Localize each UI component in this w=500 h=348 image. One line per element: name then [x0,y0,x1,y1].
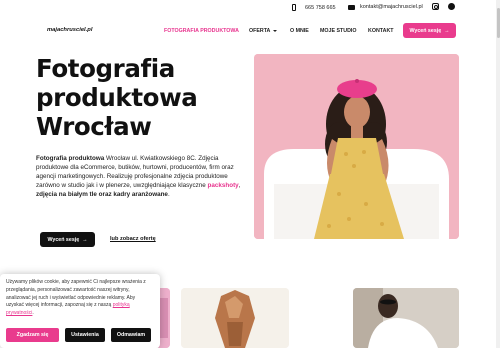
arrow-right-icon: → [444,27,450,34]
quote-button-hero-label: Wyceń sesję [47,236,80,243]
packshoty-highlight: packshoty [207,182,239,189]
cookie-buttons: Zgadzam się Ustawienia Odmawiam [6,328,151,342]
cookie-text: Używamy plików cookie, aby zapewnić Ci n… [6,279,154,318]
facebook-icon[interactable] [448,3,455,10]
nav-item-o-mnie[interactable]: O MNIE [290,28,309,34]
nav-item-oferta-label: OFERTA [249,28,271,34]
desc-end: . [167,191,170,198]
email-address[interactable]: kontakt@majachrusciel.pl [360,4,423,10]
title-line-1: Fotografia [36,54,175,83]
quote-button-header[interactable]: Wyceń sesję → [403,23,456,38]
desc-separator: , [238,182,241,189]
nav-item-fotografia-produktowa[interactable]: FOTOGRAFIA PRODUKTOWA [164,28,239,34]
nav-item-kontakt[interactable]: KONTAKT [368,28,394,34]
chevron-down-icon [273,29,278,32]
site-logo[interactable]: majachrusciel.pl [47,27,92,33]
phone-icon [292,4,296,11]
instagram-icon[interactable] [432,3,439,10]
gallery-image-graphic [181,288,289,348]
gallery-image[interactable] [353,288,459,348]
gallery-image[interactable] [181,288,289,348]
cookie-consent-banner: Używamy plików cookie, aby zapewnić Ci n… [0,274,160,348]
woman-portrait-image [254,54,459,239]
gallery-image-graphic [353,288,459,348]
desc-bold-1: Fotografia produktowa [36,155,105,162]
cookie-settings-button[interactable]: Ustawienia [65,328,105,342]
quote-button-hero[interactable]: Wyceń sesję → [40,232,95,247]
arrow-right-icon: → [82,236,88,243]
email-contact[interactable]: kontakt@majachrusciel.pl [348,4,423,10]
phone-number[interactable]: 665 758 665 [305,5,336,11]
quote-button-header-label: Wyceń sesję [409,27,442,34]
cookie-reject-button[interactable]: Odmawiam [111,328,151,342]
cookie-message-end: . [32,310,34,317]
scrollbar-thumb[interactable] [496,8,500,38]
nav-item-moje-studio[interactable]: MOJE STUDIO [320,28,357,34]
cookie-accept-button[interactable]: Zgadzam się [6,328,59,342]
page-scrollbar[interactable] [496,0,500,348]
nav-item-oferta[interactable]: OFERTA [249,28,278,34]
title-line-2: produktowa [36,83,198,112]
title-line-3: Wrocław [36,112,152,141]
desc-bold-2: zdjęcia na białym tle oraz kadry aranżow… [36,191,168,198]
see-offer-link[interactable]: lub zobacz ofertę [110,236,156,242]
mail-icon [348,4,355,10]
page-title: Fotografia produktowa Wrocław [36,54,246,141]
hero-photo [254,54,459,239]
phone-contact[interactable]: 665 758 665 [292,4,336,11]
top-contact-bar: 665 758 665 kontakt@majachrusciel.pl [0,0,500,16]
hero-description: Fotografia produktowa Wrocław ul. Kwiatk… [36,154,246,199]
